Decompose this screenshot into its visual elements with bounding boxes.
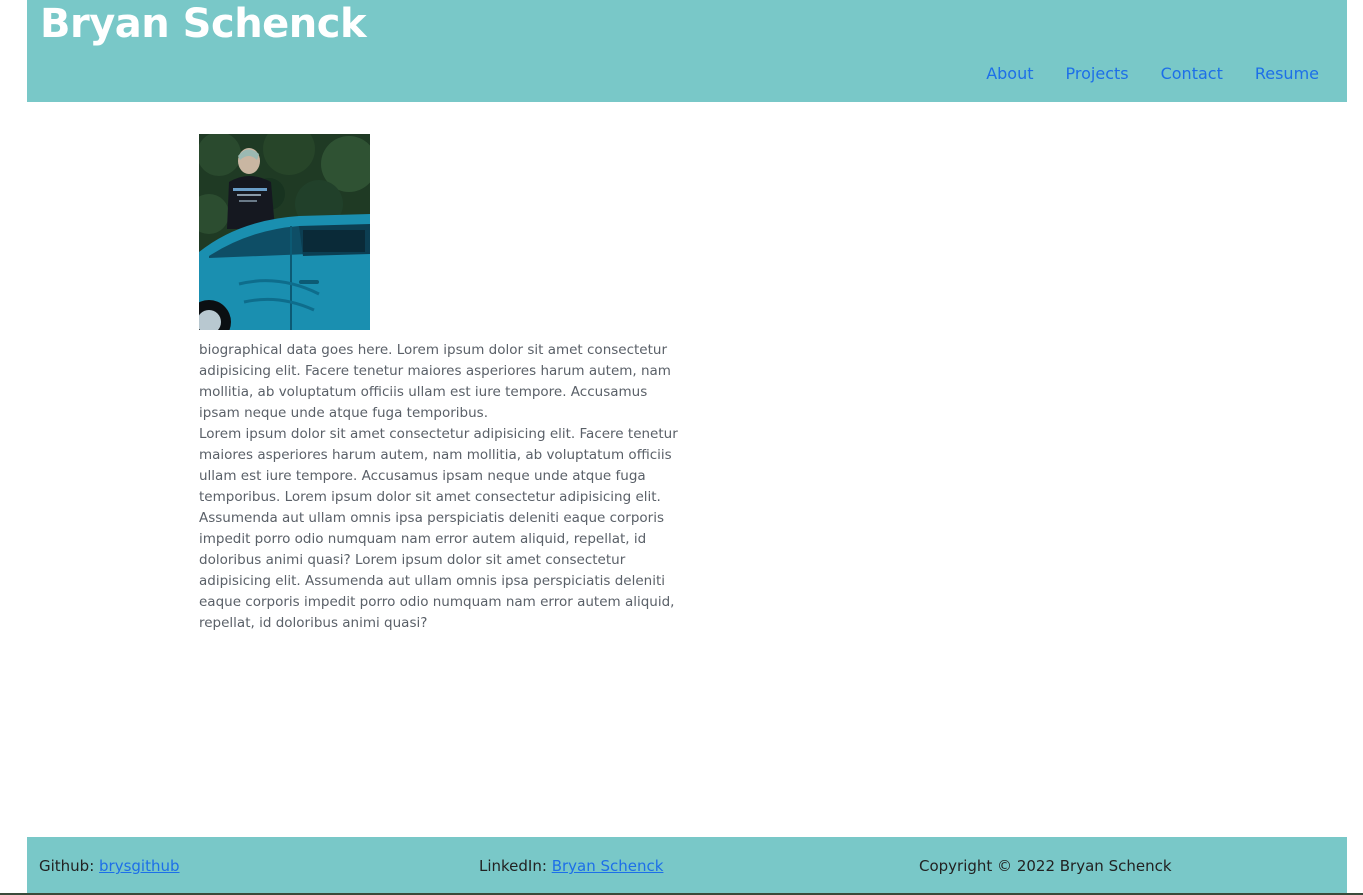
bio-text: biographical data goes here. Lorem ipsum… xyxy=(199,340,681,634)
footer-copyright: Copyright © 2022 Bryan Schenck xyxy=(919,857,1172,875)
footer-github: Github: brysgithub xyxy=(39,857,180,875)
github-link[interactable]: brysgithub xyxy=(99,857,180,875)
footer-linkedin: LinkedIn: Bryan Schenck xyxy=(479,857,663,875)
site-header: Bryan Schenck About Projects Contact Res… xyxy=(27,0,1347,102)
bio-paragraph-1: biographical data goes here. Lorem ipsum… xyxy=(199,342,671,421)
linkedin-label: LinkedIn: xyxy=(479,857,552,875)
github-label: Github: xyxy=(39,857,100,875)
nav-about-link[interactable]: About xyxy=(986,64,1033,83)
bio-paragraph-2: Lorem ipsum dolor sit amet consectetur a… xyxy=(199,426,678,631)
nav-resume-link[interactable]: Resume xyxy=(1255,64,1319,83)
nav-projects-link[interactable]: Projects xyxy=(1066,64,1129,83)
page: Bryan Schenck About Projects Contact Res… xyxy=(0,0,1363,895)
nav-contact-link[interactable]: Contact xyxy=(1161,64,1223,83)
linkedin-link[interactable]: Bryan Schenck xyxy=(552,857,664,875)
main-content: biographical data goes here. Lorem ipsum… xyxy=(199,134,681,634)
profile-photo xyxy=(199,134,370,330)
site-footer: Github: brysgithub LinkedIn: Bryan Schen… xyxy=(27,837,1347,893)
main-nav: About Projects Contact Resume xyxy=(986,64,1319,83)
site-title: Bryan Schenck xyxy=(40,1,367,47)
